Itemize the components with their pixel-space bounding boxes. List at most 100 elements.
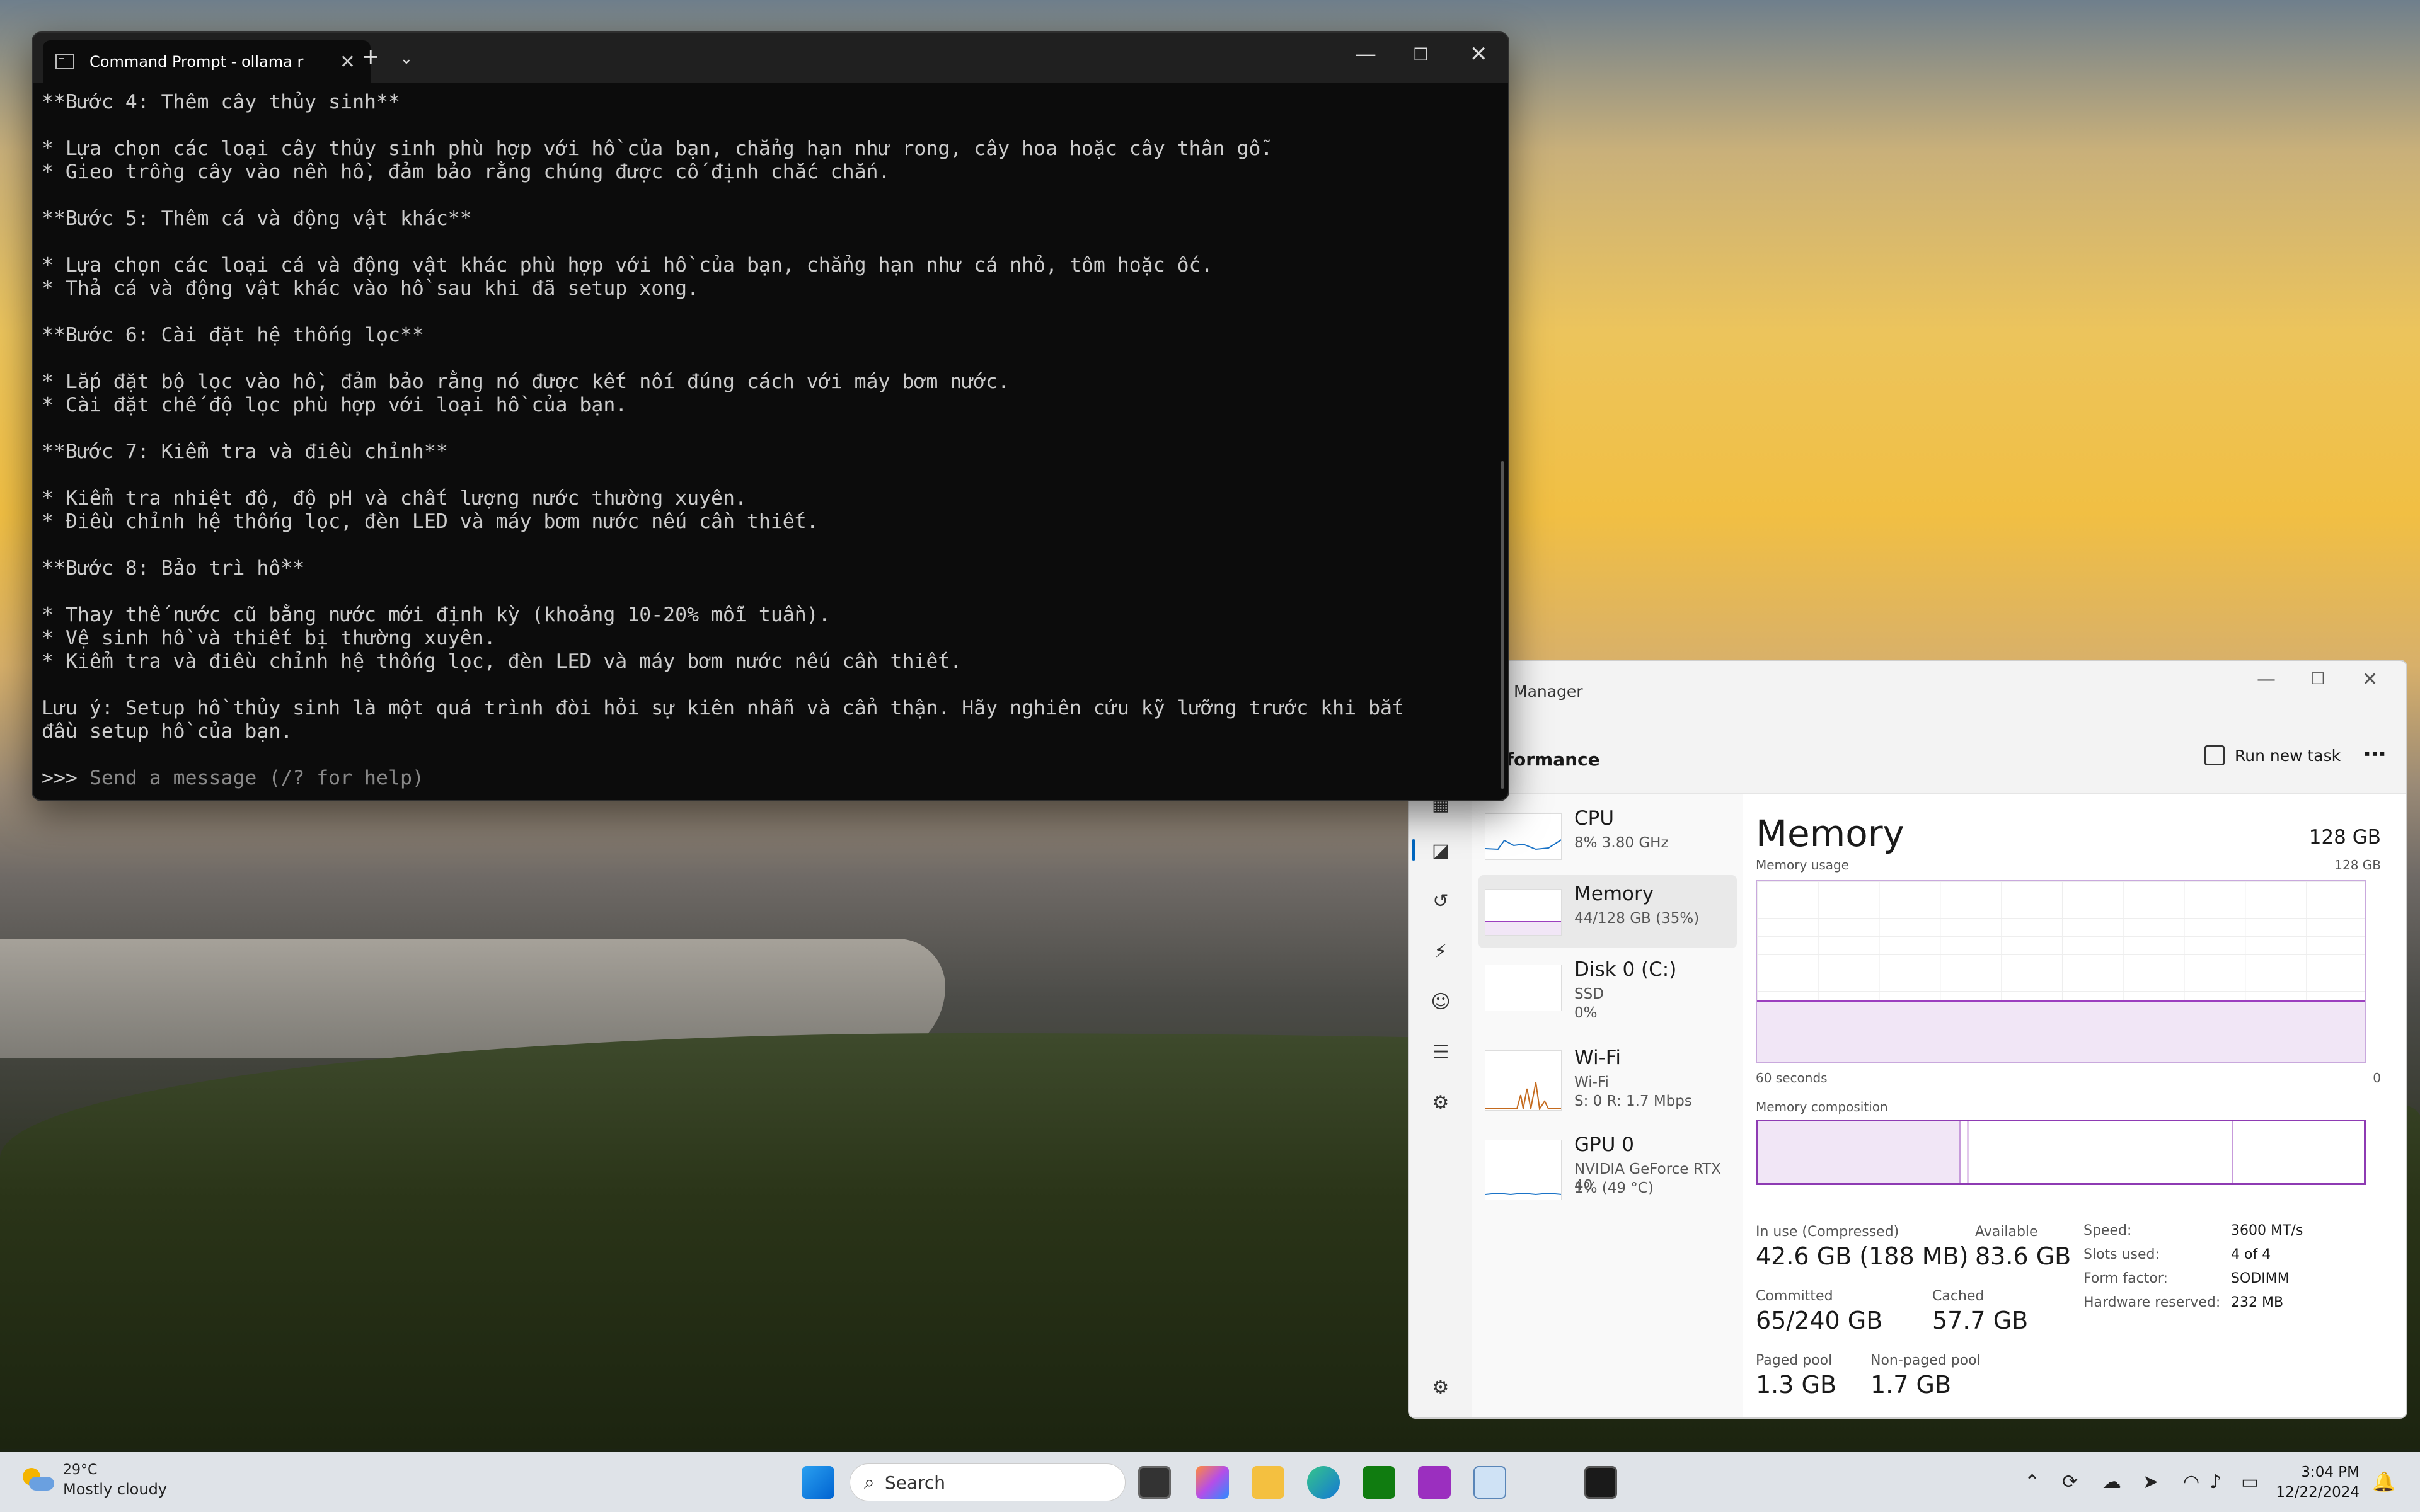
sync-icon[interactable]: ⟳	[2062, 1471, 2078, 1493]
stat-value: 42.6 GB (188 MB)	[1756, 1242, 1969, 1270]
memory-usage-fill	[1757, 1000, 2365, 1062]
terminal-line: **Bước 6: Cài đặt hệ thống lọc**	[42, 324, 424, 346]
stat-label: Available	[1975, 1224, 2038, 1240]
clock[interactable]: 3:04 PM 12/22/2024	[2276, 1462, 2360, 1503]
terminal-line: đầu setup hồ của bạn.	[42, 720, 293, 743]
performance-icon[interactable]: ◪	[1431, 841, 1451, 861]
stat-available: Available 83.6 GB	[1975, 1224, 2071, 1270]
maximize-icon[interactable]: ☐	[1413, 44, 1429, 65]
memory-total: 128 GB	[2308, 826, 2381, 849]
chevron-up-icon[interactable]: ⌃	[2024, 1471, 2040, 1493]
memory-thumbnail-fill	[1485, 921, 1561, 935]
terminal-line: * Vệ sinh hồ và thiết bị thường xuyên.	[42, 627, 496, 650]
start-icon[interactable]	[802, 1466, 834, 1499]
disk-thumbnail	[1485, 965, 1562, 1011]
terminal-icon	[55, 54, 74, 69]
gpu-thumbnail	[1485, 1140, 1562, 1200]
memory-composition-label: Memory composition	[1756, 1099, 1888, 1114]
weather-desc: Mostly cloudy	[63, 1480, 167, 1498]
window-title: Manager	[1514, 682, 1583, 701]
spec-reserved-label: Hardware reserved:	[2083, 1295, 2221, 1310]
task-manager-icon[interactable]	[1473, 1466, 1506, 1499]
users-icon[interactable]: ☺	[1431, 992, 1451, 1012]
memory-spec-values: 3600 MT/s 4 of 4 SODIMM 232 MB	[2231, 1219, 2303, 1315]
chevron-down-icon[interactable]: ⌄	[400, 49, 413, 68]
copilot-icon[interactable]	[1196, 1466, 1229, 1499]
minimize-icon[interactable]: —	[1355, 42, 1376, 67]
stat-value: 57.7 GB	[1932, 1307, 2029, 1334]
task-view-icon[interactable]	[1138, 1466, 1171, 1499]
graph-time-right: 0	[2373, 1070, 2381, 1085]
terminal-line: **Bước 5: Thêm cá và động vật khác**	[42, 207, 472, 230]
maximize-icon[interactable]: ☐	[2310, 670, 2325, 689]
notification-bell-icon[interactable]: 🔔	[2372, 1471, 2395, 1493]
more-options-icon[interactable]: ⋯	[2363, 742, 2386, 767]
spec-slots: 4 of 4	[2231, 1247, 2271, 1263]
new-tab-icon[interactable]: +	[362, 44, 380, 69]
terminal-tab[interactable]: Command Prompt - ollama r ✕	[43, 40, 371, 83]
terminal-scrollbar[interactable]	[1501, 461, 1504, 789]
close-icon[interactable]: ✕	[1470, 42, 1488, 67]
search-box[interactable]: ⌕ Search	[850, 1463, 1126, 1501]
memory-composition-bar	[1756, 1120, 2366, 1185]
device-name: Memory	[1574, 883, 1654, 905]
battery-icon[interactable]: ▭	[2241, 1471, 2259, 1493]
message-input-placeholder[interactable]: Send a message (/? for help)	[89, 767, 424, 789]
device-name: CPU	[1574, 807, 1615, 830]
device-card-disk[interactable]: Disk 0 (C:) SSD 0%	[1478, 951, 1737, 1024]
app-history-icon[interactable]: ↺	[1431, 891, 1451, 912]
edge-icon[interactable]	[1307, 1466, 1340, 1499]
app-icon[interactable]	[1418, 1466, 1451, 1499]
volume-icon[interactable]: ♪	[2210, 1471, 2221, 1493]
clock-time: 3:04 PM	[2301, 1464, 2360, 1480]
cpu-thumbnail	[1485, 813, 1562, 860]
spec-speed-label: Speed:	[2083, 1223, 2132, 1239]
terminal-taskbar-icon[interactable]	[1584, 1466, 1617, 1499]
terminal-line: * Thay thế nước cũ bằng nước mới định kỳ…	[42, 604, 831, 626]
run-new-task-label: Run new task	[2235, 746, 2341, 765]
xbox-icon[interactable]	[1363, 1466, 1395, 1499]
startup-apps-icon[interactable]: ⚡	[1431, 942, 1451, 962]
spec-slots-label: Slots used:	[2083, 1247, 2160, 1263]
terminal-line: **Bước 4: Thêm cây thủy sinh**	[42, 91, 400, 113]
minimize-icon[interactable]: —	[2257, 668, 2276, 690]
close-icon[interactable]: ✕	[2362, 668, 2378, 690]
run-new-task-button[interactable]: Run new task	[2204, 745, 2341, 765]
terminal-line: * Lựa chọn các loại cá và động vật khác …	[42, 254, 1213, 277]
run-task-icon	[2204, 745, 2225, 765]
terminal-output[interactable]: **Bước 4: Thêm cây thủy sinh** * Lựa chọn…	[42, 91, 1493, 800]
wifi-icon[interactable]: ◠	[2183, 1471, 2199, 1493]
device-detail: 44/128 GB (35%)	[1574, 910, 1700, 927]
details-icon[interactable]: ☰	[1431, 1043, 1451, 1063]
device-card-wifi[interactable]: Wi-Fi Wi-Fi S: 0 R: 1.7 Mbps	[1478, 1039, 1737, 1112]
clock-date: 12/22/2024	[2276, 1484, 2360, 1501]
memory-thumbnail	[1485, 889, 1562, 936]
device-card-gpu[interactable]: GPU 0 NVIDIA GeForce RTX 40 1% (49 °C)	[1478, 1126, 1737, 1200]
stat-cached: Cached 57.7 GB	[1932, 1288, 2028, 1334]
device-list: CPU 8% 3.80 GHz Memory 44/128 GB (35%) D…	[1472, 793, 1743, 1418]
memory-title: Memory	[1756, 812, 1904, 855]
terminal-line: * Lựa chọn các loại cây thủy sinh phù hợ…	[42, 137, 1273, 160]
composition-standby	[2232, 1121, 2233, 1183]
terminal-prompt[interactable]: >>> Send a message (/? for help)	[42, 767, 1493, 790]
weather-widget[interactable]: 29°C Mostly cloudy	[23, 1462, 167, 1498]
terminal-titlebar: Command Prompt - ollama r ✕ + ⌄ — ☐ ✕	[33, 33, 1508, 83]
stat-value: 1.7 GB	[1870, 1371, 1952, 1399]
file-explorer-icon[interactable]	[1252, 1466, 1284, 1499]
services-icon[interactable]: ⚙	[1431, 1093, 1451, 1113]
device-detail-2: S: 0 R: 1.7 Mbps	[1574, 1093, 1692, 1109]
tab-close-icon[interactable]: ✕	[340, 51, 355, 73]
device-card-memory[interactable]: Memory 44/128 GB (35%)	[1478, 875, 1737, 948]
stat-label: Paged pool	[1756, 1353, 1833, 1368]
graph-time-left: 60 seconds	[1756, 1070, 1828, 1085]
settings-icon[interactable]: ⚙	[1431, 1378, 1451, 1398]
cloudy-icon	[23, 1467, 54, 1493]
location-icon[interactable]: ➤	[2143, 1471, 2158, 1493]
device-card-cpu[interactable]: CPU 8% 3.80 GHz	[1478, 799, 1737, 873]
cloud-icon[interactable]: ☁	[2102, 1471, 2121, 1493]
